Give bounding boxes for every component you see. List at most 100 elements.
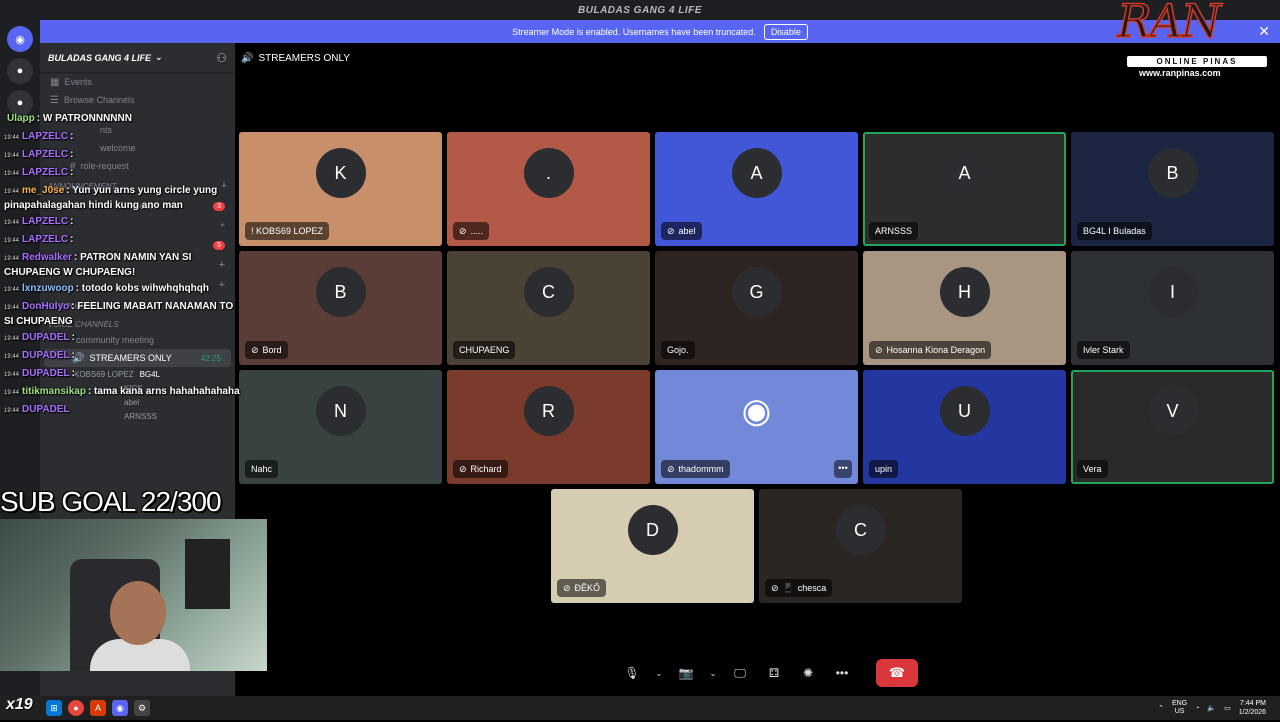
participant-name: Bord bbox=[262, 345, 282, 355]
participant-nameplate: Gojo. bbox=[661, 341, 695, 359]
chat-username: DUPADEL bbox=[22, 368, 70, 379]
avatar: A bbox=[731, 148, 782, 199]
discord-home-icon[interactable]: ◉ bbox=[7, 26, 33, 52]
chat-text: : bbox=[71, 350, 75, 361]
mic-muted-icon: ⊘ bbox=[251, 344, 259, 355]
webcam-feed bbox=[0, 519, 267, 671]
guild-header[interactable]: BULADAS GANG 4 LIFE ⌄ ⚇ bbox=[40, 43, 235, 73]
participant-tile[interactable]: R ⊘ Richard bbox=[447, 370, 650, 484]
avatar: B bbox=[1147, 148, 1198, 199]
mic-muted-icon: ⊘ bbox=[771, 582, 779, 593]
participant-tile[interactable]: B ⊘ Bord bbox=[239, 251, 442, 365]
participant-nameplate: ⊘ 📱 chesca bbox=[765, 579, 833, 597]
language-indicator[interactable]: ENG US bbox=[1172, 700, 1187, 716]
participant-name: ARNSSS bbox=[875, 226, 913, 236]
chat-message: 19:44 DUPADEL bbox=[0, 403, 240, 418]
chat-timestamp: 19:44 bbox=[4, 305, 20, 311]
disable-streamer-mode-button[interactable]: Disable bbox=[763, 23, 808, 40]
guild-name: BULADAS GANG 4 LIFE bbox=[48, 52, 152, 63]
mobile-device-icon: 📱 bbox=[782, 582, 794, 593]
chat-message: 19:44 LAPZELC: bbox=[0, 166, 240, 181]
soundboard-icon[interactable]: ✺ bbox=[796, 661, 820, 685]
volume-icon[interactable]: 🔈 bbox=[1207, 704, 1216, 712]
mic-muted-icon: ⊘ bbox=[667, 463, 675, 474]
camera-off-icon[interactable]: 📷 bbox=[674, 661, 698, 685]
disconnect-button[interactable]: ☎ bbox=[876, 659, 918, 687]
start-icon[interactable]: ⊞ bbox=[46, 700, 62, 716]
sidebar-item-events[interactable]: ▦ Events bbox=[40, 73, 235, 91]
activity-icon[interactable]: ⚃ bbox=[762, 661, 786, 685]
speaker-icon: 🔊 bbox=[241, 52, 254, 64]
participant-name: Gojo. bbox=[667, 345, 689, 355]
list-icon: ☰ bbox=[50, 94, 59, 106]
app-icon[interactable]: ⚙ bbox=[134, 700, 150, 716]
add-member-icon[interactable]: ⚇ bbox=[216, 51, 227, 65]
chevron-up-icon[interactable]: ⌃ bbox=[1158, 704, 1164, 712]
participant-tile[interactable]: . ⊘..... bbox=[447, 132, 650, 246]
logo-bar: ONLINE PINAS bbox=[1127, 56, 1267, 67]
sidebar-item-browse-channels[interactable]: ☰ Browse Channels bbox=[40, 91, 235, 109]
participant-tile[interactable]: ◉ ⊘ thadommm ••• bbox=[655, 370, 858, 484]
participant-tile[interactable]: B BG4L I Buladas bbox=[1071, 132, 1274, 246]
chat-username: me_J0se bbox=[22, 185, 65, 196]
participant-nameplate: ! KOBS69 LOPEZ bbox=[245, 222, 330, 240]
more-options-icon[interactable]: ••• bbox=[830, 661, 854, 685]
avatar: B bbox=[315, 267, 366, 318]
voice-stage: 🔊 STREAMERS ONLY K ! KOBS69 LOPEZ. ⊘..... A… bbox=[235, 43, 1280, 721]
chevron-down-icon[interactable]: ⌄ bbox=[708, 661, 718, 685]
participant-tile[interactable]: C CHUPAENG bbox=[447, 251, 650, 365]
wifi-icon[interactable]: ◔ bbox=[1195, 705, 1199, 712]
chat-message: 19:44 DUPADEL: bbox=[0, 349, 240, 364]
screen-share-icon[interactable]: 🖵 bbox=[728, 661, 752, 685]
chat-message: 19:44 LAPZELC: bbox=[0, 130, 240, 145]
avatar: D bbox=[627, 505, 678, 556]
calendar-icon: ▦ bbox=[50, 76, 60, 88]
avatar: . bbox=[523, 148, 574, 199]
chat-timestamp: 19:44 bbox=[4, 238, 20, 244]
participant-name: thadommm bbox=[678, 464, 724, 474]
battery-icon[interactable]: ▭ bbox=[1224, 704, 1231, 712]
participant-tile[interactable]: K ! KOBS69 LOPEZ bbox=[239, 132, 442, 246]
logo-url: www.ranpinas.com bbox=[1139, 68, 1221, 78]
participant-nameplate: Ivler Stark bbox=[1077, 341, 1130, 359]
microphone-icon[interactable]: 🎙 bbox=[620, 661, 644, 685]
participant-tile[interactable]: A ARNSSS bbox=[863, 132, 1066, 246]
participant-nameplate: ARNSSS bbox=[869, 222, 919, 240]
office-icon[interactable]: A bbox=[90, 700, 106, 716]
chat-message: 19:44 DUPADEL: bbox=[0, 331, 240, 346]
participant-tile[interactable]: D ⊘ ĐĔKŐ bbox=[551, 489, 754, 603]
participant-tile[interactable]: I Ivler Stark bbox=[1071, 251, 1274, 365]
chat-username: LAPZELC bbox=[22, 149, 69, 160]
discord-icon[interactable]: ◉ bbox=[112, 700, 128, 716]
windows-taskbar: ⊞ ● A ◉ ⚙ ⌃ ENG US ◔ 🔈 ▭ 7:44 PM 1/2/2026 bbox=[0, 696, 1280, 720]
participant-tile[interactable]: Uupin bbox=[863, 370, 1066, 484]
chat-username: DUPADEL bbox=[22, 404, 70, 415]
participant-tile[interactable]: A ⊘ abel bbox=[655, 132, 858, 246]
avatar: A bbox=[939, 148, 990, 199]
server-icon-1[interactable]: ● bbox=[7, 58, 33, 84]
participant-nameplate: CHUPAENG bbox=[453, 341, 516, 359]
chat-text: : totodo kobs wihwhqhqhqh bbox=[75, 283, 209, 294]
clock[interactable]: 7:44 PM 1/2/2026 bbox=[1239, 699, 1266, 717]
chat-username: DUPADEL bbox=[22, 332, 70, 343]
participant-name: BG4L I Buladas bbox=[1083, 226, 1146, 236]
participant-tile[interactable]: N Nahc bbox=[239, 370, 442, 484]
sidebar-item-label: Events bbox=[64, 77, 92, 87]
participant-tile[interactable]: C ⊘ 📱 chesca bbox=[759, 489, 962, 603]
sidebar-item-label: Browse Channels bbox=[63, 95, 135, 105]
participant-tile[interactable]: H ⊘ Hosanna Kiona Deragon bbox=[863, 251, 1066, 365]
chat-message: 19:44 lxnzuwoop: totodo kobs wihwhqhqhqh bbox=[0, 282, 240, 297]
participant-tile[interactable]: G Gojo. bbox=[655, 251, 858, 365]
banner-text: Streamer Mode is enabled. Usernames have… bbox=[512, 26, 756, 37]
chat-message: 19:44 titikmansikap: tama kana arns hahah… bbox=[0, 385, 240, 400]
tile-more-options-button[interactable]: ••• bbox=[834, 460, 852, 478]
participant-nameplate: Nahc bbox=[245, 460, 279, 478]
participant-nameplate: ⊘ thadommm bbox=[661, 460, 730, 478]
chat-timestamp: 19:44 bbox=[4, 256, 20, 262]
participant-name: ĐĔKŐ bbox=[574, 583, 601, 593]
discord-logo-icon: ◉ bbox=[741, 392, 772, 431]
chrome-icon[interactable]: ● bbox=[68, 700, 84, 716]
participant-tile[interactable]: V Vera bbox=[1071, 370, 1274, 484]
chevron-down-icon[interactable]: ⌄ bbox=[654, 661, 664, 685]
chat-timestamp: 19:44 bbox=[4, 354, 20, 360]
